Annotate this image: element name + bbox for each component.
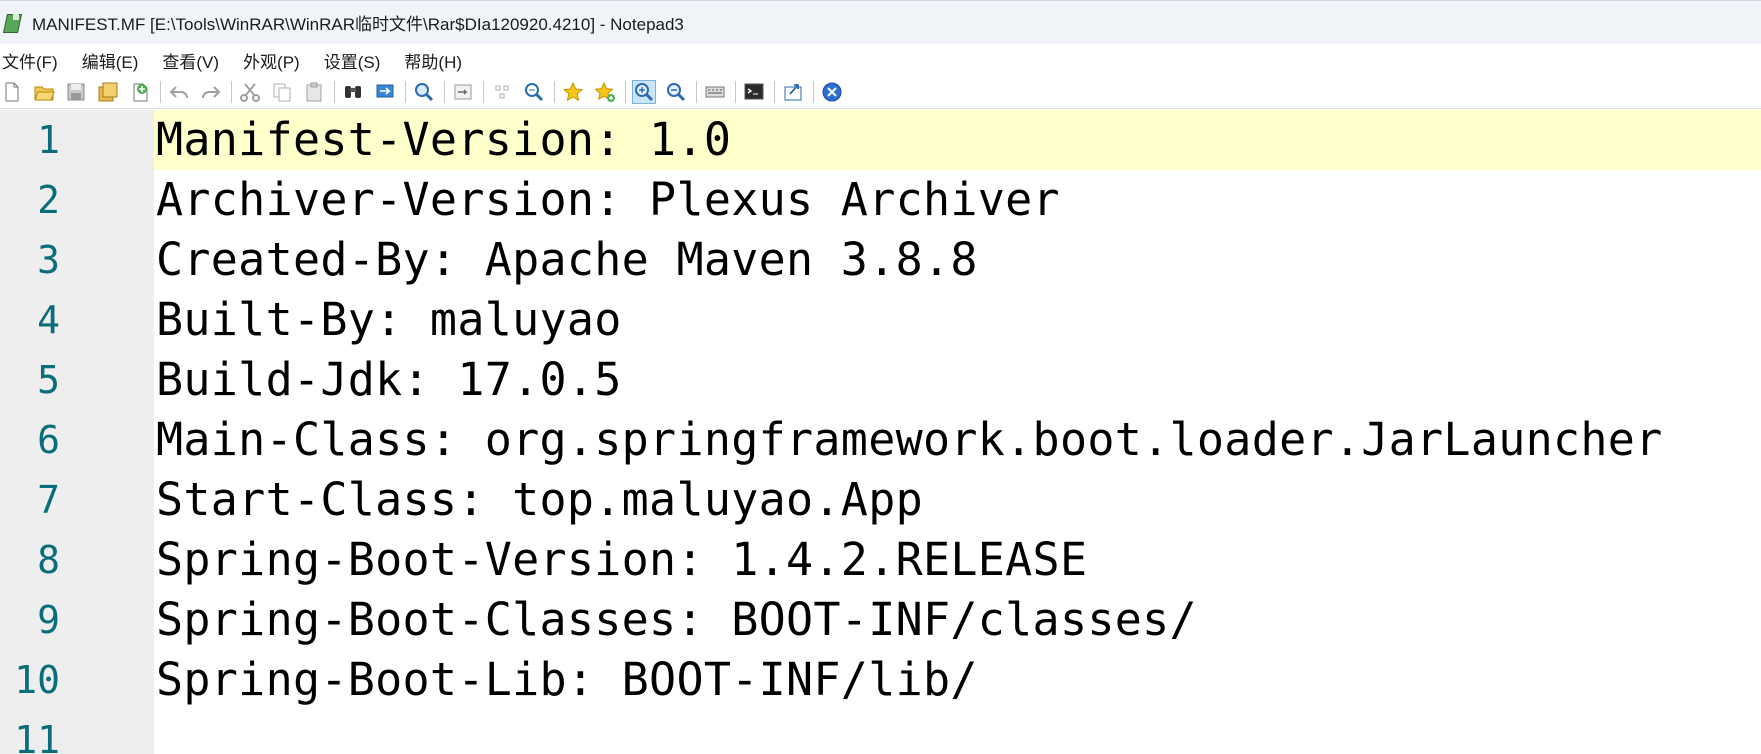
menu-bar: 文件(F) 编辑(E) 查看(V) 外观(P) 设置(S) 帮助(H) [0,44,1761,76]
find-in-files-icon[interactable] [412,80,436,104]
menu-edit[interactable]: 编辑(E) [82,48,139,73]
toolbar-separator [813,81,814,103]
add-favorite-icon[interactable] [593,80,617,104]
redo-icon[interactable] [199,80,223,104]
editor-line[interactable]: 3 Created-By: Apache Maven 3.8.8 [0,230,1761,290]
line-number: 11 [14,718,60,754]
toolbar-separator [696,81,697,103]
close-icon[interactable] [820,80,844,104]
toolbar-separator [334,81,335,103]
toolbar-separator [554,81,555,103]
word-wrap-icon[interactable] [451,80,475,104]
menu-settings[interactable]: 设置(S) [324,48,381,73]
toolbar-separator [625,81,626,103]
goto-icon[interactable] [522,80,546,104]
window-title: MANIFEST.MF [E:\Tools\WinRAR\WinRAR临时文件\… [32,15,684,34]
scheme-icon[interactable] [703,80,727,104]
editor-line[interactable]: 9 Spring-Boot-Classes: BOOT-INF/classes/ [0,590,1761,650]
toolbar-separator [735,81,736,103]
toolbar-separator [774,81,775,103]
toolbar-separator [444,81,445,103]
paste-icon[interactable] [302,80,326,104]
line-number: 4 [37,298,60,342]
editor-line[interactable]: 5 Build-Jdk: 17.0.5 [0,350,1761,410]
menu-appearance[interactable]: 外观(P) [243,48,300,73]
editor-line[interactable]: 8 Spring-Boot-Version: 1.4.2.RELEASE [0,530,1761,590]
line-number: 10 [14,658,60,702]
line-number: 2 [37,178,60,222]
save-icon[interactable] [64,80,88,104]
line-number: 1 [37,118,60,162]
line-text[interactable]: Created-By: Apache Maven 3.8.8 [156,230,978,290]
toolbar-separator [160,81,161,103]
open-folder-icon[interactable] [32,80,56,104]
send-to-icon[interactable] [781,80,805,104]
menu-view[interactable]: 查看(V) [162,48,219,73]
editor-line[interactable]: 6 Main-Class: org.springframework.boot.l… [0,410,1761,470]
cut-icon[interactable] [238,80,262,104]
undo-icon[interactable] [167,80,191,104]
line-text[interactable]: Archiver-Version: Plexus Archiver [156,170,1060,230]
line-number: 9 [37,598,60,642]
editor-area[interactable]: 1 Manifest-Version: 1.0 2 Archiver-Versi… [0,110,1761,754]
zoom-in-icon[interactable] [632,80,656,104]
line-text[interactable]: Main-Class: org.springframework.boot.loa… [156,410,1663,470]
new-file-icon[interactable] [0,80,24,104]
line-number: 8 [37,538,60,582]
notepad3-icon [2,12,23,34]
favorite-icon[interactable] [561,80,585,104]
line-number: 6 [37,418,60,462]
editor-line[interactable]: 2 Archiver-Version: Plexus Archiver [0,170,1761,230]
line-number: 7 [37,478,60,522]
line-text[interactable]: Build-Jdk: 17.0.5 [156,350,622,410]
line-text[interactable]: Built-By: maluyao [156,290,622,350]
editor-line[interactable]: 10 Spring-Boot-Lib: BOOT-INF/lib/ [0,650,1761,710]
reload-icon[interactable] [128,80,152,104]
select-all-icon[interactable] [490,80,514,104]
line-number: 3 [37,238,60,282]
line-text[interactable]: Manifest-Version: 1.0 [156,110,731,170]
editor-line[interactable]: 4 Built-By: maluyao [0,290,1761,350]
toolbar-separator [483,81,484,103]
menu-help[interactable]: 帮助(H) [404,48,462,73]
toolbar-separator [231,81,232,103]
editor-line[interactable]: 7 Start-Class: top.maluyao.App [0,470,1761,530]
toolbar [0,76,1761,109]
line-text[interactable]: Spring-Boot-Lib: BOOT-INF/lib/ [156,650,978,710]
replace-icon[interactable] [373,80,397,104]
line-number: 5 [37,358,60,402]
line-text[interactable]: Spring-Boot-Version: 1.4.2.RELEASE [156,530,1087,590]
title-bar: MANIFEST.MF [E:\Tools\WinRAR\WinRAR临时文件\… [0,0,1761,44]
zoom-out-icon[interactable] [664,80,688,104]
terminal-icon[interactable] [742,80,766,104]
copy-icon[interactable] [270,80,294,104]
menu-file[interactable]: 文件(F) [2,48,58,73]
save-as-icon[interactable] [96,80,120,104]
editor-line[interactable]: 1 Manifest-Version: 1.0 [0,110,1761,170]
line-text[interactable]: Start-Class: top.maluyao.App [156,470,923,530]
toolbar-separator [405,81,406,103]
line-text[interactable]: Spring-Boot-Classes: BOOT-INF/classes/ [156,590,1197,650]
editor-line[interactable]: 11 [0,710,1761,754]
find-icon[interactable] [341,80,365,104]
